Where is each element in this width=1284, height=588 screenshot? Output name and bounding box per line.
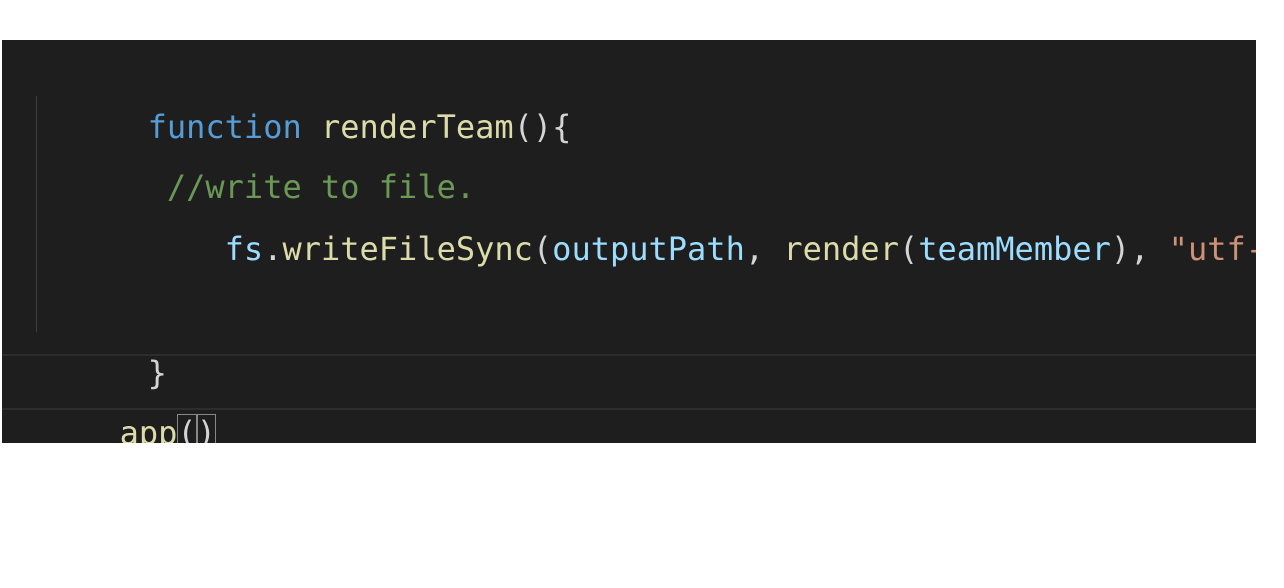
- code-line-5[interactable]: }: [2, 298, 1256, 392]
- code-line-1[interactable]: function renderTeam(){: [2, 52, 1256, 146]
- code-editor[interactable]: function renderTeam(){ //write to file. …: [2, 40, 1256, 443]
- code-line-2[interactable]: //write to file.: [2, 112, 1256, 206]
- code-line-3[interactable]: fs.writeFileSync(outputPath, render(team…: [2, 174, 1256, 268]
- function-call-token: app: [119, 414, 178, 443]
- code-line-4[interactable]: [2, 236, 1256, 286]
- matched-bracket-open: (: [177, 414, 197, 443]
- code-line-6[interactable]: app(): [2, 358, 1256, 443]
- matched-bracket-close: ): [196, 414, 216, 443]
